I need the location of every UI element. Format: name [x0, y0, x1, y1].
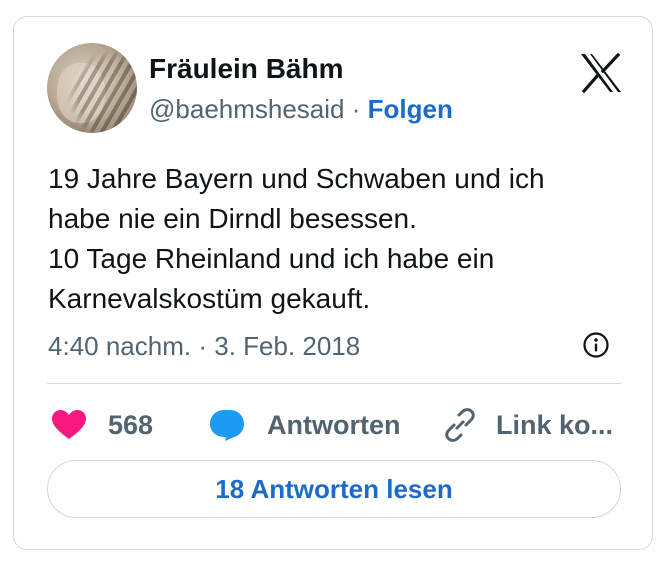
info-icon[interactable] [582, 331, 610, 359]
follow-link[interactable]: Folgen [368, 94, 453, 124]
copy-link-label: Link ko... [496, 409, 614, 440]
heart-icon [52, 410, 86, 439]
like-button[interactable]: 568 [52, 405, 153, 445]
separator: · [198, 331, 207, 361]
copy-link-button[interactable]: Link ko... [442, 405, 613, 445]
divider [47, 383, 621, 384]
read-replies-button[interactable]: 18 Antworten lesen [47, 460, 621, 518]
tweet-text-line: 10 Tage Rheinland und ich habe ein [48, 243, 495, 274]
handle-row: @baehmshesaid · Folgen [149, 94, 453, 125]
tweet-text-line: habe nie ein Dirndl besessen. [48, 203, 417, 234]
author-handle[interactable]: @baehmshesaid [149, 94, 345, 124]
reply-button[interactable]: Antworten [209, 405, 400, 445]
tweet-date: 3. Feb. 2018 [214, 331, 361, 361]
avatar[interactable] [47, 43, 137, 133]
x-logo-icon[interactable] [579, 53, 623, 93]
like-count: 568 [108, 409, 154, 440]
tweet-card: Fräulein Bähm @baehmshesaid · Folgen 19 … [13, 16, 653, 550]
avatar-hair [47, 43, 137, 133]
reply-label: Antworten [267, 409, 401, 440]
tweet-text-line: 19 Jahre Bayern und Schwaben und ich [48, 163, 545, 194]
timestamp[interactable]: 4:40 nachm. · 3. Feb. 2018 [48, 331, 360, 362]
tweet-text: 19 Jahre Bayern und Schwaben und ich hab… [48, 159, 608, 319]
tweet-time: 4:40 nachm. [48, 331, 192, 361]
author-name[interactable]: Fräulein Bähm [149, 53, 343, 85]
link-icon [445, 408, 475, 442]
separator: · [351, 94, 361, 124]
speech-bubble-icon [210, 410, 244, 441]
tweet-text-line: Karnevalskostüm gekauft. [48, 283, 371, 314]
